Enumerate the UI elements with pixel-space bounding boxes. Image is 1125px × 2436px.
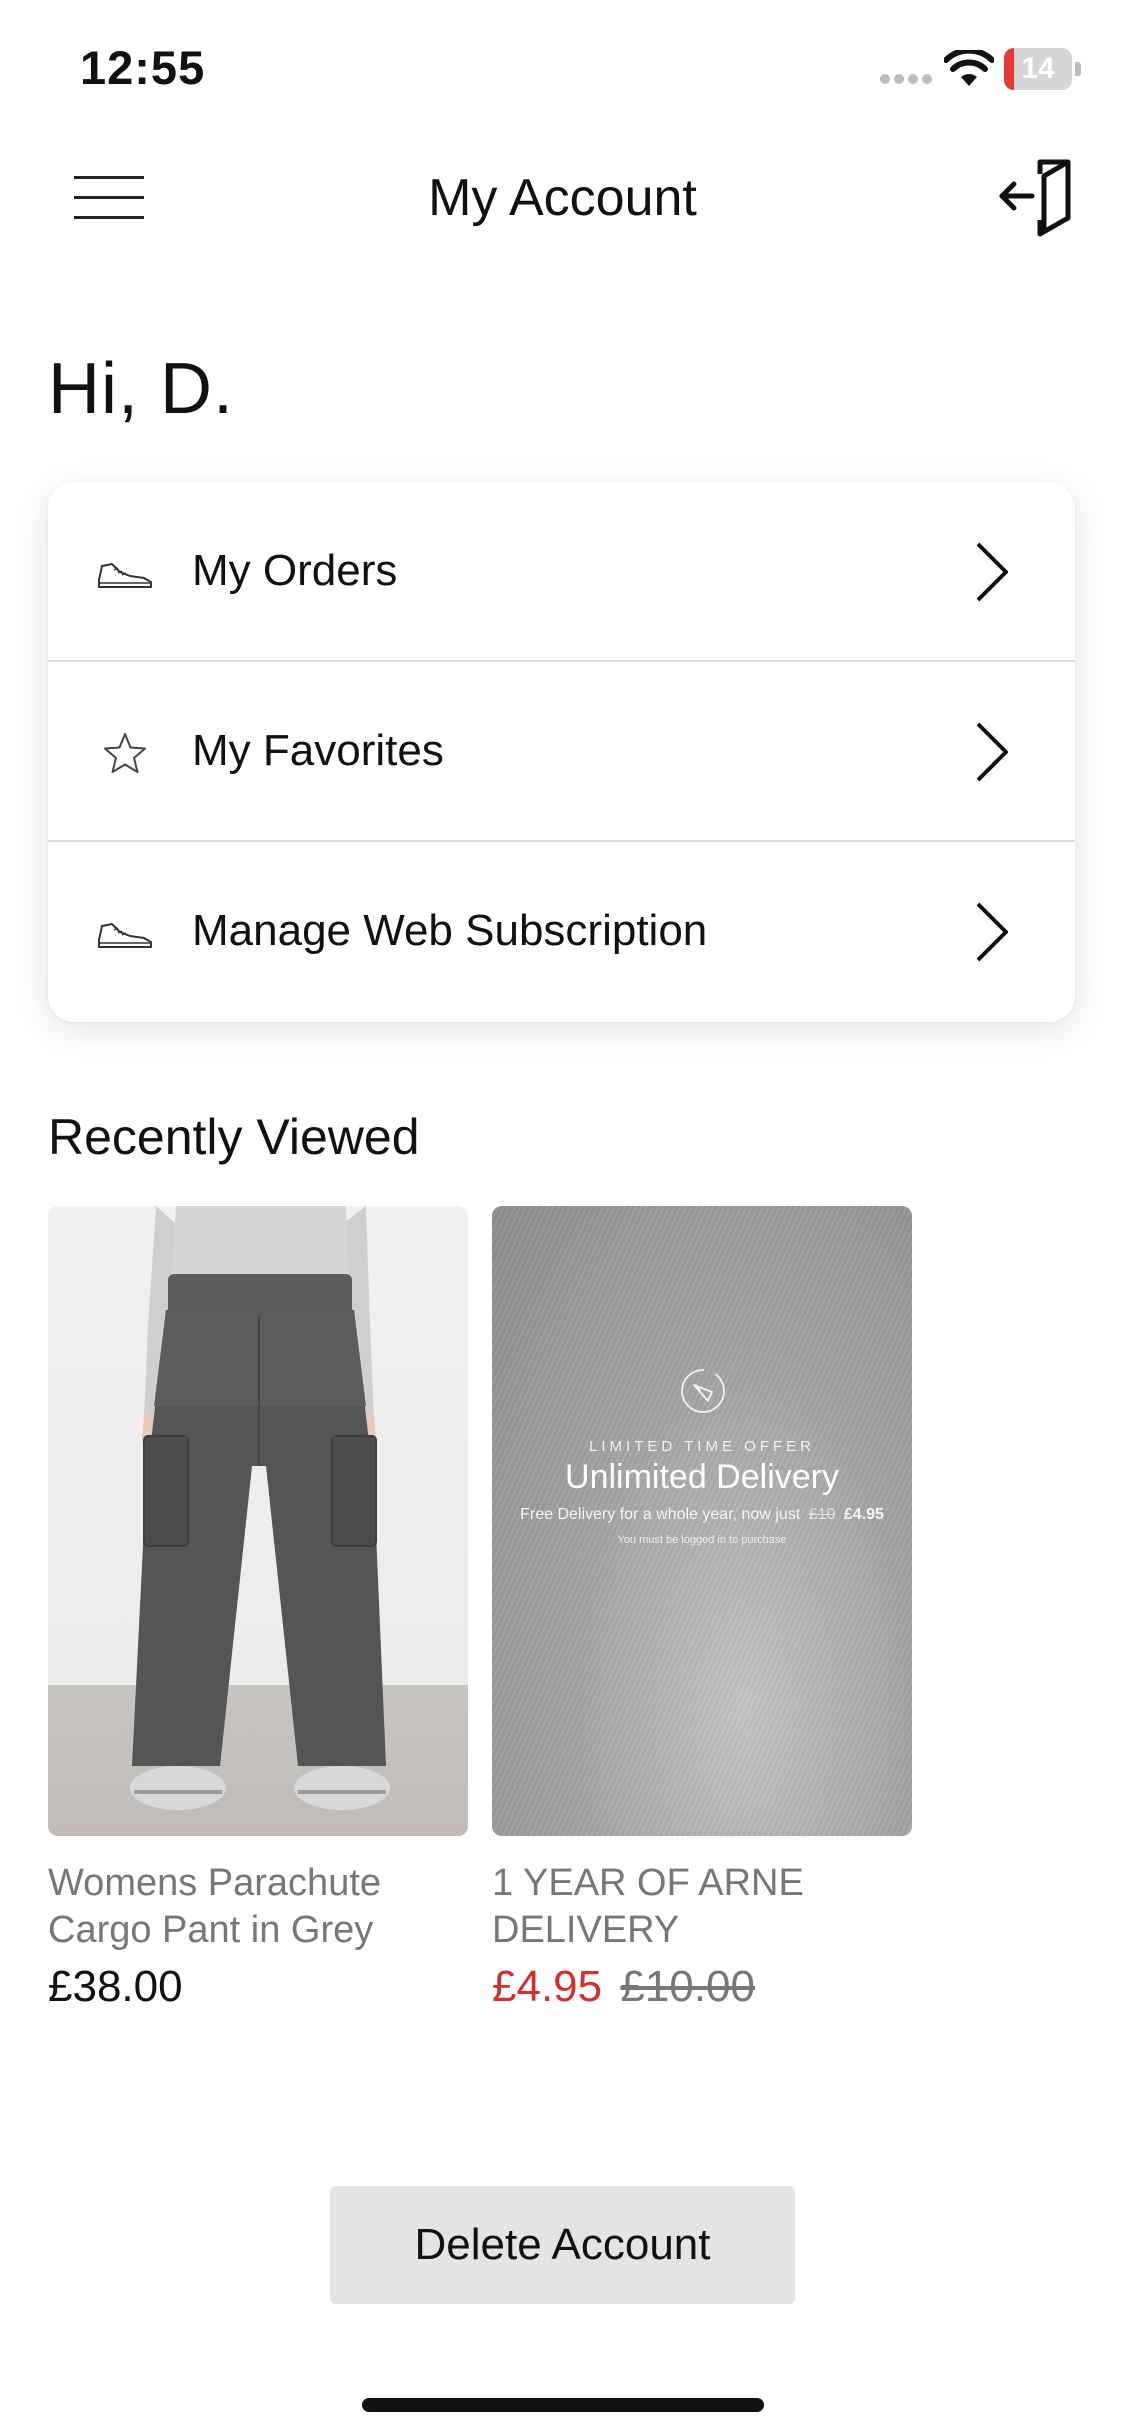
chevron-right-icon xyxy=(976,722,1008,782)
nav-bar: My Account xyxy=(0,150,1125,250)
sneaker-icon xyxy=(98,563,152,588)
status-bar: 12:55 14 xyxy=(0,0,1125,140)
chevron-right-icon xyxy=(976,542,1008,602)
promo-old-price: £10 xyxy=(808,1506,836,1523)
status-time: 12:55 xyxy=(80,41,206,94)
menu-item-my-orders[interactable]: My Orders xyxy=(48,482,1075,662)
product-price: £38.00 xyxy=(48,1962,183,2011)
home-indicator xyxy=(362,2398,764,2412)
cargo-pant-illustration xyxy=(130,1206,390,1810)
chevron-right-icon xyxy=(976,902,1008,962)
signal-icon xyxy=(880,74,932,86)
product-price-row: £38.00 xyxy=(48,1962,468,2012)
sneaker-icon xyxy=(98,923,152,948)
battery-icon: 14 xyxy=(1004,48,1082,90)
promo-subtitle-text: Free Delivery for a whole year, now just xyxy=(520,1506,801,1523)
page-title: My Account xyxy=(428,169,697,227)
wifi-icon xyxy=(944,50,994,86)
menu-item-my-favorites[interactable]: My Favorites xyxy=(48,662,1075,842)
promo-title: Unlimited Delivery xyxy=(565,1458,839,1496)
product-price-row: £4.95 £10.00 xyxy=(492,1962,912,2012)
delete-account-button[interactable]: Delete Account xyxy=(330,2186,795,2304)
account-menu-card: My Orders My Favorites Manage Web Subscr… xyxy=(48,482,1075,1022)
recently-viewed-title: Recently Viewed xyxy=(48,1109,420,1165)
menu-item-manage-web-subscription[interactable]: Manage Web Subscription xyxy=(48,842,1075,1022)
menu-item-label: My Orders xyxy=(192,546,398,595)
logout-icon[interactable] xyxy=(998,158,1076,238)
product-card-cargo-pant[interactable]: Womens Parachute Cargo Pant in Grey £38.… xyxy=(48,1206,468,2012)
greeting: Hi, D. xyxy=(48,349,234,429)
product-image-cargo-pant[interactable] xyxy=(48,1206,468,1836)
promo-note: You must be logged in to purchase xyxy=(617,1534,787,1546)
product-card-arne-delivery[interactable]: LIMITED TIME OFFER Unlimited Delivery Fr… xyxy=(492,1206,912,2012)
battery-level: 14 xyxy=(1021,52,1055,85)
shoe-badge-icon xyxy=(681,1369,725,1413)
promo-eyebrow: LIMITED TIME OFFER xyxy=(589,1438,815,1455)
my-account-screen: 12:55 14 My Account Hi, D. My Orders My … xyxy=(0,0,1125,2436)
menu-item-label: My Favorites xyxy=(192,726,444,775)
product-image-arne-delivery[interactable]: LIMITED TIME OFFER Unlimited Delivery Fr… xyxy=(492,1206,912,1836)
product-name: 1 YEAR OF ARNE DELIVERY xyxy=(492,1862,804,1951)
promo-subtitle: Free Delivery for a whole year, now just… xyxy=(492,1506,912,1524)
original-price: £10.00 xyxy=(620,1962,755,2011)
menu-item-label: Manage Web Subscription xyxy=(192,906,708,955)
star-icon xyxy=(104,733,146,773)
product-name: Womens Parachute Cargo Pant in Grey xyxy=(48,1862,382,1951)
sale-price: £4.95 xyxy=(492,1962,603,2011)
promo-new-price: £4.95 xyxy=(843,1506,884,1523)
